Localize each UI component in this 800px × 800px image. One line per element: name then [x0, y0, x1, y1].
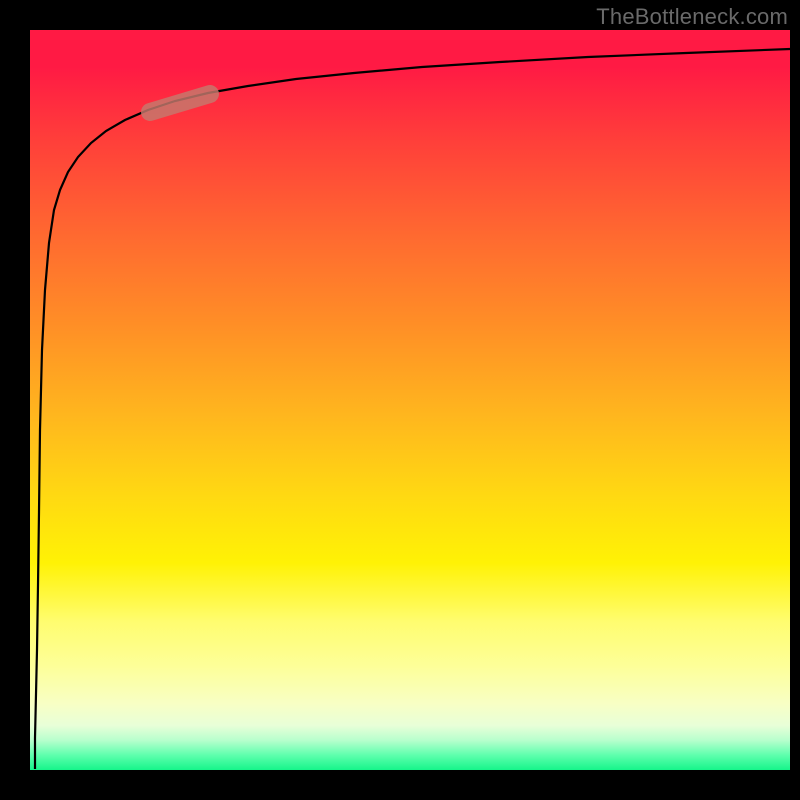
- chart-svg: [30, 30, 790, 770]
- plot-area: [30, 30, 790, 770]
- bottleneck-curve-line: [35, 49, 790, 769]
- curve-highlight-marker: [150, 94, 210, 112]
- watermark-text: TheBottleneck.com: [596, 4, 788, 30]
